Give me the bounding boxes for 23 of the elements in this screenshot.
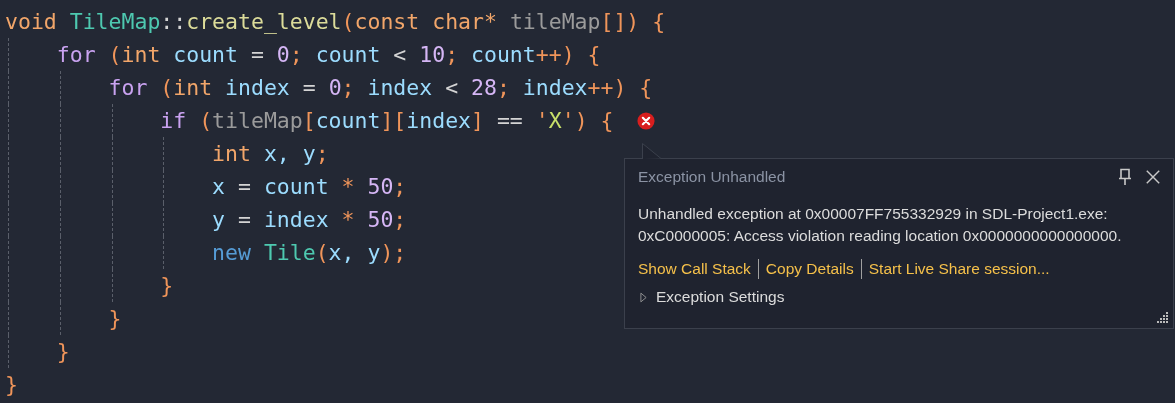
code-line: new Tile(x, y); bbox=[212, 239, 407, 267]
popup-title: Exception Unhandled bbox=[638, 168, 787, 186]
code-line: } bbox=[5, 371, 18, 399]
exception-settings-toggle[interactable]: Exception Settings bbox=[656, 288, 785, 306]
code-line: } bbox=[108, 305, 122, 333]
popup-link[interactable]: Start Live Share session... bbox=[868, 260, 1050, 278]
code-line: if (tileMap[count][index] == 'X') { bbox=[160, 107, 614, 135]
popup-link[interactable]: Copy Details bbox=[765, 260, 854, 278]
code-line: for (int index = 0; index < 28; index++) { bbox=[108, 74, 653, 102]
expand-arrow-icon[interactable] bbox=[640, 291, 647, 303]
code-line: for (int count = 0; count < 10; count++) { bbox=[56, 41, 601, 69]
pin-icon[interactable] bbox=[1117, 168, 1133, 186]
exception-message: Unhandled exception at 0x00007FF755332929 in SDL-Project1.exe: 0xC0000005: Access violation reading location 0x0000000000000000. bbox=[638, 204, 1123, 246]
code-line: x = count * 50; bbox=[212, 173, 407, 201]
code-line: void TileMap::create_level(const char* tileMap[]) { bbox=[5, 8, 666, 36]
error-icon[interactable] bbox=[637, 111, 656, 130]
resize-grip-icon[interactable] bbox=[1157, 312, 1169, 324]
code-line: int x, y; bbox=[212, 140, 329, 168]
code-line: y = index * 50; bbox=[212, 206, 407, 234]
popup-link[interactable]: Show Call Stack bbox=[638, 260, 751, 278]
close-icon[interactable] bbox=[1145, 168, 1161, 186]
code-line: } bbox=[56, 338, 70, 366]
code-line: } bbox=[160, 272, 174, 300]
